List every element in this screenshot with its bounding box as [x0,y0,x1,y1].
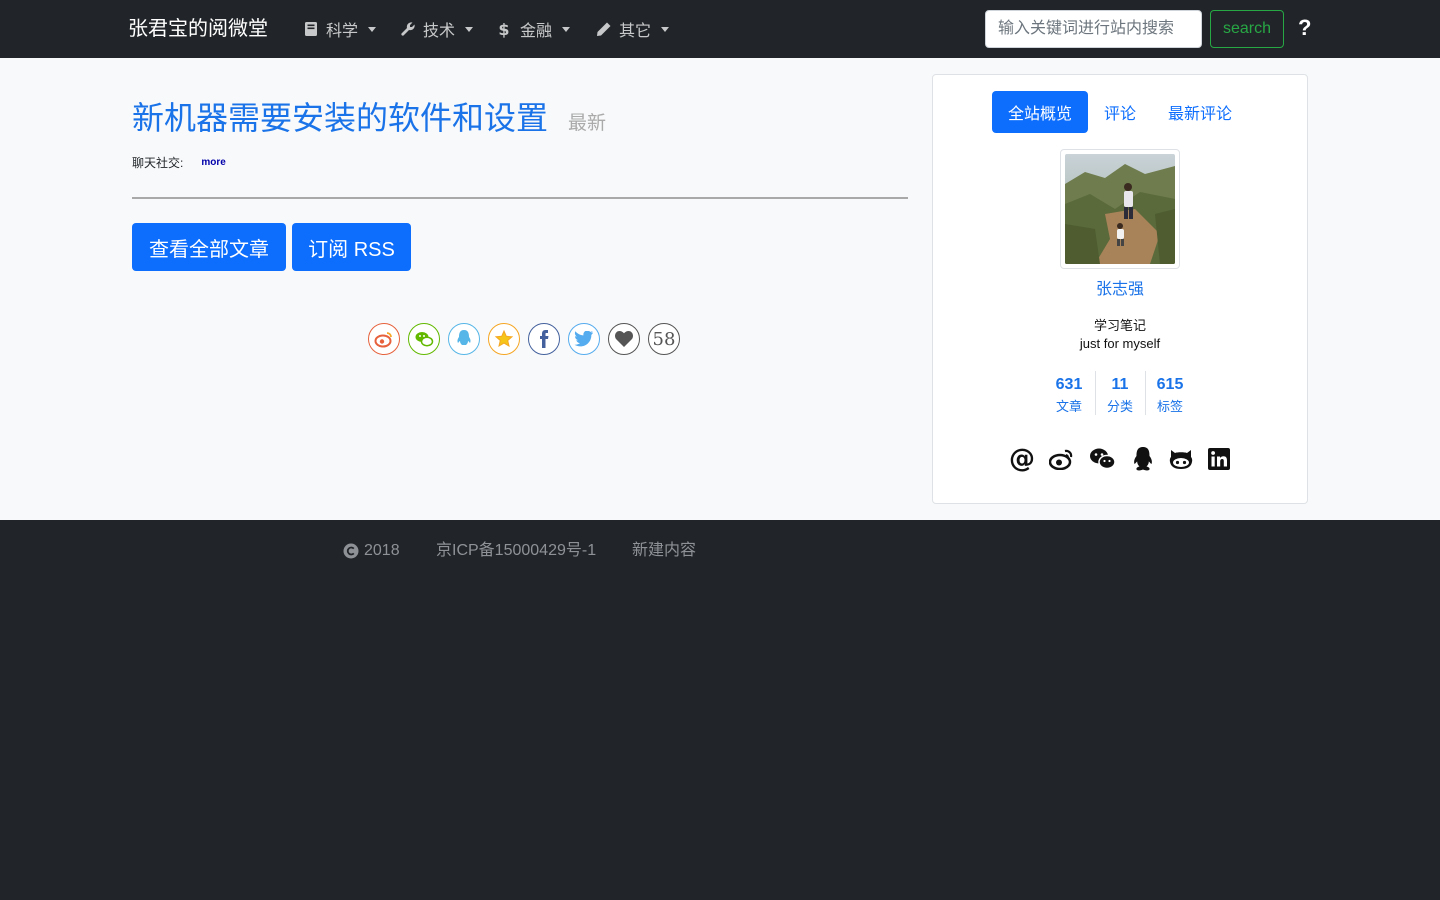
divider [132,197,908,199]
help-icon[interactable]: ? [1298,14,1314,42]
tab-latest-comments[interactable]: 最新评论 [1156,91,1244,133]
chat-social-label: 聊天社交: [132,156,184,170]
new-content-link[interactable]: 新建内容 [632,540,696,562]
nav-science-label: 科学 [326,23,359,40]
qq-icon[interactable] [448,323,480,355]
share-count: 58 [652,328,676,350]
share-bar: 58 [368,323,688,355]
search-input[interactable] [985,10,1202,48]
share-count-badge: 58 [648,323,680,355]
site-tagline: 学习笔记 [1093,318,1146,333]
nav-tech-label: 技术 [423,23,456,40]
latest-tag: 最新 [568,112,607,134]
chevron-down-icon [465,26,474,32]
icp-link[interactable]: 京ICP备15000429号-1 [436,540,596,562]
stat-tags-label: 标签 [1156,399,1183,414]
more-link[interactable]: more [201,157,225,168]
copyright-year: 2018 [364,542,400,559]
weibo-icon[interactable] [368,323,400,355]
avatar-photo [1065,154,1175,264]
stat-categories-label: 分类 [1106,399,1133,414]
copyright: 2018 [343,540,400,562]
email-at-icon[interactable]: @ [1008,445,1036,473]
search-button[interactable]: search [1210,10,1284,48]
nav-finance-label: 金融 [520,23,553,40]
site-overview-card: 全站概览 评论 最新评论 张志强 学习笔记 just for myself 63… [932,74,1308,504]
site-brand[interactable]: 张君宝的阅微堂 [128,15,268,43]
stat-categories[interactable]: 11 分类 [1095,373,1145,417]
dollar-icon: $ [498,20,510,38]
stat-tags-count: 615 [1156,376,1184,393]
svg-text:@: @ [1009,446,1035,472]
linkedin-icon[interactable] [1205,445,1233,473]
subscribe-rss-button[interactable]: 订阅 RSS [292,223,411,271]
stat-articles[interactable]: 631 文章 [1044,373,1094,417]
weibo-icon[interactable] [1048,445,1076,473]
github-icon[interactable] [1167,445,1195,473]
nav-science[interactable]: 科学 [302,17,377,41]
nav-other-label: 其它 [619,23,652,40]
svg-text:$: $ [498,20,509,38]
like-heart-icon[interactable] [608,323,640,355]
stat-tags[interactable]: 615 标签 [1145,373,1195,417]
chat-social-row: 聊天社交: more [132,154,226,171]
title-row: 新机器需要安装的软件和设置 最新 [132,98,606,138]
qzone-star-icon[interactable] [488,323,520,355]
chevron-down-icon [562,26,571,32]
avatar[interactable] [1060,149,1180,269]
nav-tech[interactable]: 技术 [399,17,474,41]
wechat-icon[interactable] [408,323,440,355]
page-title[interactable]: 新机器需要安装的软件和设置 [132,98,548,138]
wrench-icon [399,20,417,38]
facebook-icon[interactable] [528,323,560,355]
stat-articles-label: 文章 [1055,399,1082,414]
footer: 2018 京ICP备15000429号-1 新建内容 [0,520,1440,900]
top-navbar: 张君宝的阅微堂 科学 技术 $ 金融 其它 search ? [0,0,1440,58]
stat-categories-count: 11 [1111,376,1129,393]
pencil-icon [595,20,613,38]
stat-articles-count: 631 [1055,376,1083,393]
site-description: just for myself [1079,336,1161,351]
qq-icon[interactable] [1129,445,1157,473]
nav-finance[interactable]: $ 金融 [498,17,571,41]
chevron-down-icon [661,26,670,32]
view-all-articles-button[interactable]: 查看全部文章 [132,223,286,271]
author-name[interactable]: 张志强 [933,275,1307,299]
tab-comments[interactable]: 评论 [1092,91,1148,133]
book-icon [302,20,320,38]
main-content: 新机器需要安装的软件和设置 最新 聊天社交: more 查看全部文章 订阅 RS… [0,58,1440,520]
tab-overview[interactable]: 全站概览 [992,91,1088,133]
chevron-down-icon [368,26,377,32]
wechat-icon[interactable] [1089,445,1117,473]
copyright-icon [343,543,359,559]
nav-other[interactable]: 其它 [595,17,670,41]
twitter-icon[interactable] [568,323,600,355]
